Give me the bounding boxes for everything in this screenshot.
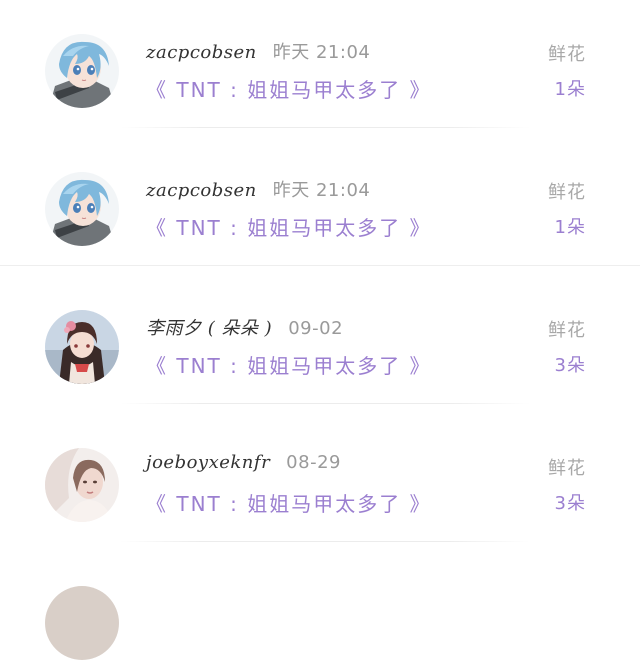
name-line: zacpcobsen 昨天 21:04 [146,38,370,64]
avatar[interactable] [45,172,119,246]
novel-title-link[interactable]: 《 TNT : 姐姐马甲太多了 》 [146,74,432,103]
gift-count: 3朵 [554,493,586,514]
avatar-anime-blue-hair-icon [45,172,119,246]
username[interactable]: zacpcobsen [146,180,257,201]
timestamp: 昨天 21:04 [272,42,371,63]
name-line: zacpcobsen 昨天 21:04 [146,176,370,202]
list-item[interactable]: 李雨夕 ( 朵朵 ) 09-02 《 TNT : 姐姐马甲太多了 》 鲜花 3朵 [0,276,640,414]
avatar[interactable] [45,34,119,108]
gift-type-label: 鲜花 [548,182,586,203]
avatar[interactable] [45,310,119,384]
avatar-anime-flower-girl-icon [45,310,119,384]
list-item[interactable]: joeboyxeknfr 08-29 《 TNT : 姐姐马甲太多了 》 鲜花 … [0,414,640,552]
divider [120,541,530,542]
avatar[interactable] [45,586,119,660]
gift-count: 1朵 [554,79,586,100]
timestamp: 09-02 [288,318,344,339]
name-line: 李雨夕 ( 朵朵 ) 09-02 [146,314,343,340]
username[interactable]: joeboyxeknfr [146,452,270,473]
timestamp: 昨天 21:04 [272,180,371,201]
gift-type-label: 鲜花 [548,458,586,479]
novel-title-link[interactable]: 《 TNT : 姐姐马甲太多了 》 [146,212,432,241]
timestamp: 08-29 [286,452,341,473]
name-line: joeboyxeknfr 08-29 [146,452,341,478]
avatar-photo-woman-icon [45,448,119,522]
novel-title-link[interactable]: 《 TNT : 姐姐马甲太多了 》 [146,350,432,379]
username[interactable]: 李雨夕 ( 朵朵 ) [146,314,272,340]
username[interactable]: zacpcobsen [146,42,257,63]
divider [0,265,640,266]
gift-count: 3朵 [554,355,586,376]
gift-type-label: 鲜花 [548,320,586,341]
list-item[interactable]: zacpcobsen 昨天 21:04 《 TNT : 姐姐马甲太多了 》 鲜花… [0,138,640,276]
divider [120,127,530,128]
novel-title-link[interactable]: 《 TNT : 姐姐马甲太多了 》 [146,488,432,517]
gift-type-label: 鲜花 [548,44,586,65]
avatar[interactable] [45,448,119,522]
divider [120,403,530,404]
list-item[interactable]: zacpcobsen 昨天 21:04 《 TNT : 姐姐马甲太多了 》 鲜花… [0,0,640,138]
gift-count: 1朵 [554,217,586,238]
avatar-anime-blue-hair-icon [45,34,119,108]
